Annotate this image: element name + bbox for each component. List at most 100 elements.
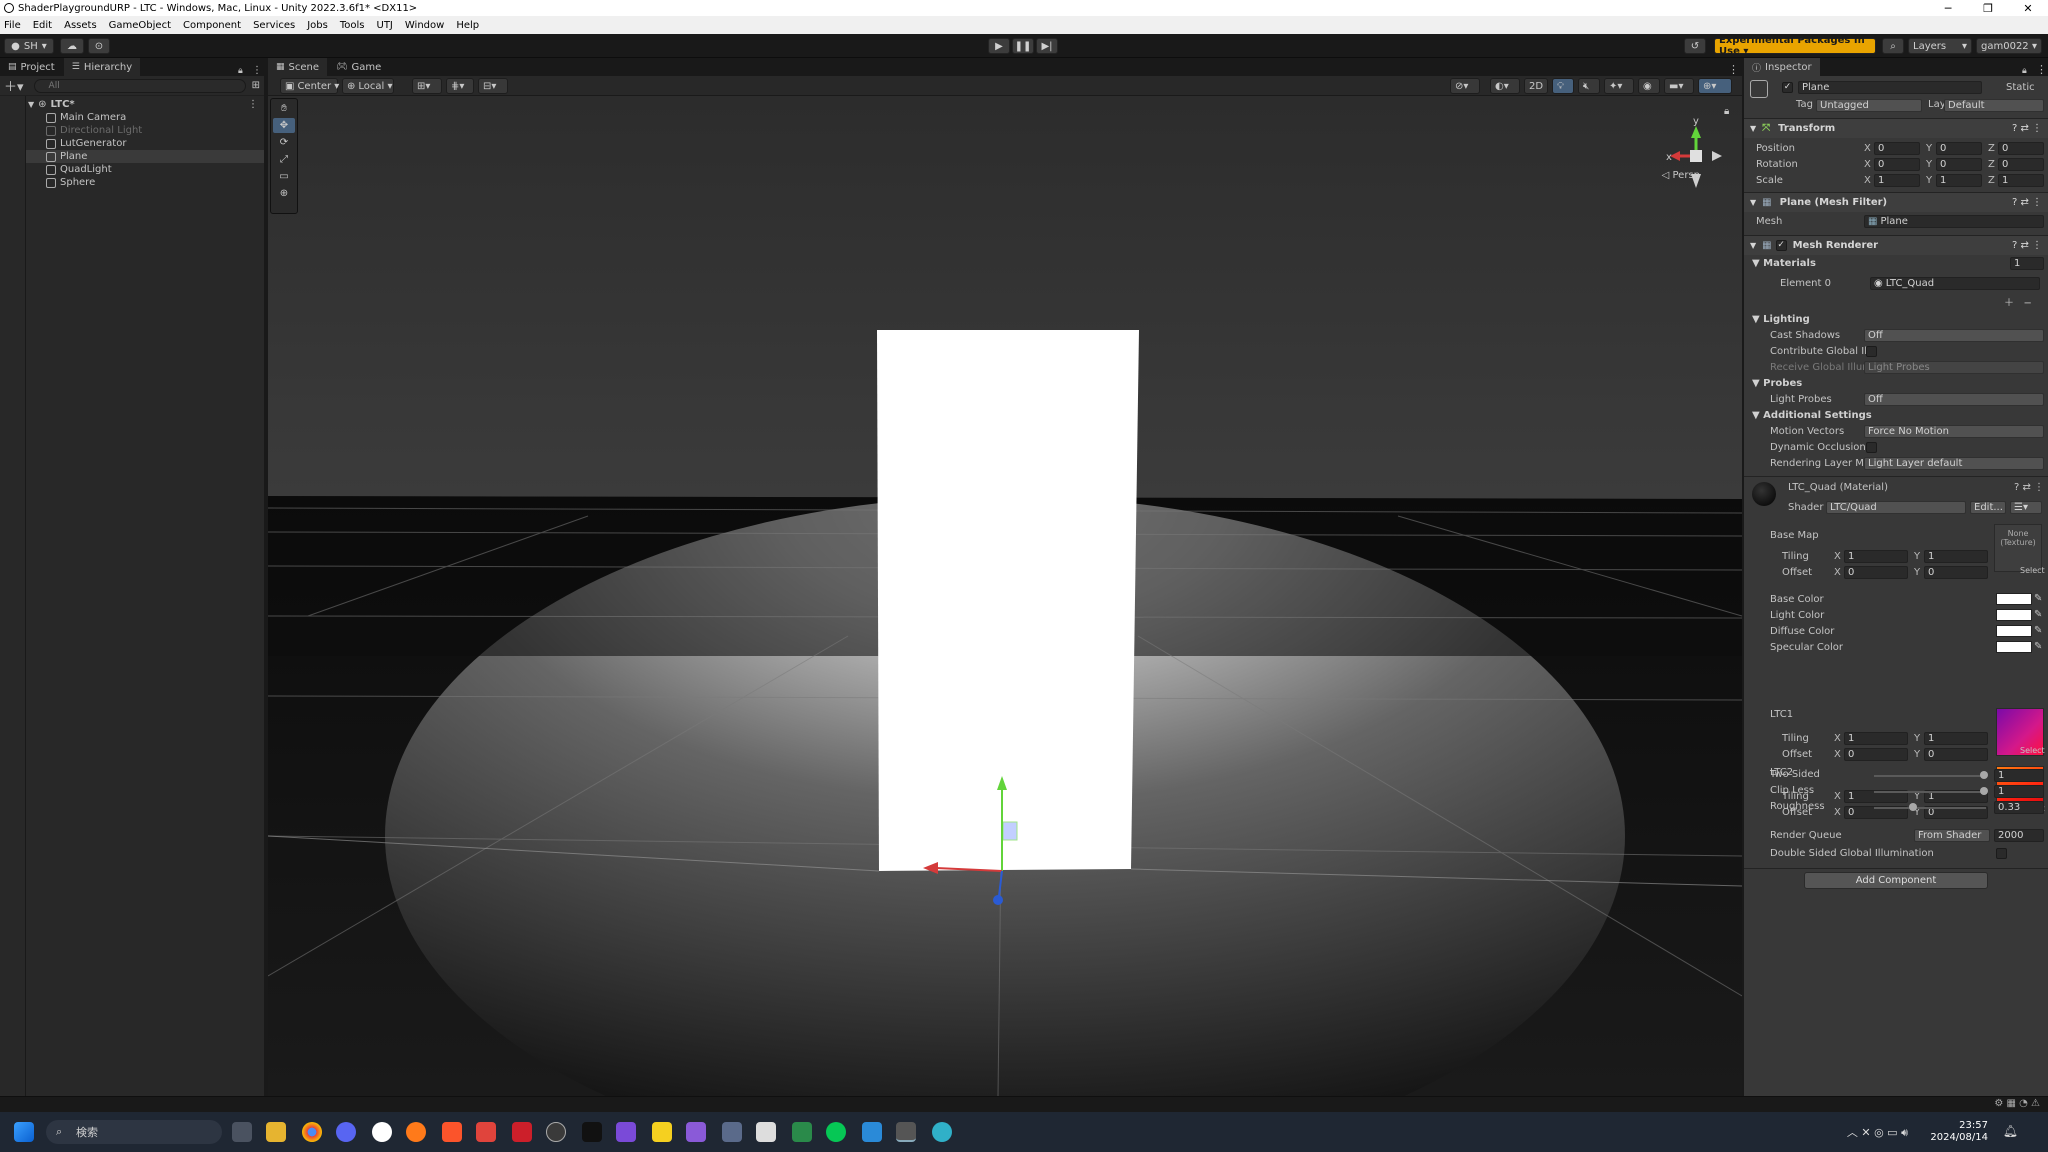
obs-icon[interactable]: [546, 1122, 566, 1142]
minimize-button[interactable]: ─: [1928, 2, 1968, 15]
axis-label-z[interactable]: Z: [1988, 143, 1995, 154]
color-swatch[interactable]: [1996, 641, 2032, 653]
axis-label-z[interactable]: Z: [1988, 159, 1995, 170]
panel-menu-icon[interactable]: ⋮: [252, 65, 264, 76]
transform-x-input[interactable]: 0: [1874, 158, 1920, 171]
increment-snap-button[interactable]: ⊟▾: [478, 78, 508, 94]
audio-toggle[interactable]: 🔇︎: [1578, 78, 1600, 94]
component-menu-icon[interactable]: ? ⇄ ⋮: [2012, 240, 2042, 251]
create-button[interactable]: ＋▾: [4, 76, 24, 95]
layers-dropdown[interactable]: Layers ▾: [1908, 38, 1972, 54]
eyedropper-icon[interactable]: ✎: [2034, 641, 2042, 652]
menu-component[interactable]: Component: [183, 20, 241, 31]
transform-tool-icon[interactable]: ⊕: [273, 186, 295, 201]
axis-label-x[interactable]: X: [1834, 791, 1841, 802]
unity-icon[interactable]: [896, 1122, 916, 1142]
view-options-button[interactable]: ⊘▾: [1450, 78, 1480, 94]
ltc1-offset-x-input[interactable]: 0: [1844, 748, 1908, 761]
menu-file[interactable]: File: [4, 20, 21, 31]
clip-less-input[interactable]: 1: [1994, 785, 2044, 798]
base-map-tiling-x-input[interactable]: 1: [1844, 550, 1908, 563]
scene-panel-menu-icon[interactable]: ⋮: [1728, 63, 1742, 76]
settings-icon[interactable]: [722, 1122, 742, 1142]
transform-x-input[interactable]: 1: [1874, 174, 1920, 187]
roughness-input[interactable]: 0.33: [1994, 801, 2044, 814]
color-swatch[interactable]: [1996, 609, 2032, 621]
layer-dropdown[interactable]: Default: [1944, 99, 2044, 112]
rendering-layer-dropdown[interactable]: Light Layer default: [1864, 457, 2044, 470]
clip-less-slider-track[interactable]: [1874, 791, 1986, 793]
app-icon[interactable]: [372, 1122, 392, 1142]
transform-y-input[interactable]: 0: [1936, 158, 1982, 171]
hierarchy-item[interactable]: Sphere: [26, 176, 264, 189]
shader-edit-button[interactable]: Edit...: [1970, 501, 2006, 514]
double-sided-gi-checkbox[interactable]: [1996, 848, 2007, 859]
static-toggle[interactable]: Static: [2006, 82, 2035, 93]
play-button[interactable]: ▶: [988, 38, 1010, 54]
brave-icon[interactable]: [442, 1122, 462, 1142]
transform-z-input[interactable]: 0: [1998, 142, 2044, 155]
materials-count-input[interactable]: 1: [2010, 257, 2044, 270]
roughness-slider-track[interactable]: [1874, 807, 1986, 809]
probes-foldout[interactable]: ▼ Probes: [1752, 378, 1802, 389]
vscode-icon[interactable]: [862, 1122, 882, 1142]
move-tool-icon[interactable]: ✥: [273, 118, 295, 133]
shader-options-button[interactable]: ☰▾: [2010, 501, 2042, 514]
tab-project[interactable]: ▤ Project: [0, 58, 64, 76]
status-icons[interactable]: ⚙︎ ▦ ◔ ⚠︎: [1994, 1098, 2040, 1109]
axis-label-x[interactable]: X: [1864, 175, 1871, 186]
camera-settings-dropdown[interactable]: ▬▾: [1664, 78, 1694, 94]
effects-dropdown[interactable]: ✦▾: [1604, 78, 1634, 94]
lock-icon[interactable]: 🔒︎: [238, 66, 252, 76]
menu-tools[interactable]: Tools: [340, 20, 365, 31]
menu-gameobject[interactable]: GameObject: [109, 20, 171, 31]
collab-icon[interactable]: ⊙: [88, 38, 110, 54]
firefox-icon[interactable]: [406, 1122, 426, 1142]
color-swatch[interactable]: [1996, 625, 2032, 637]
search-icon[interactable]: ⌕: [1882, 38, 1904, 54]
menu-edit[interactable]: Edit: [33, 20, 52, 31]
account-button[interactable]: ● SH ▾: [4, 38, 54, 54]
unity-hub-icon[interactable]: [756, 1122, 776, 1142]
tab-inspector[interactable]: ⓘ Inspector: [1744, 58, 1821, 76]
axis-label-x[interactable]: X: [1864, 143, 1871, 154]
menu-services[interactable]: Services: [253, 20, 295, 31]
discord-icon[interactable]: [336, 1122, 356, 1142]
ltc1-select-button[interactable]: Select: [2020, 746, 2045, 755]
pivot-dropdown[interactable]: ▣ Center ▾: [280, 78, 339, 94]
transform-y-input[interactable]: 1: [1936, 174, 1982, 187]
axis-label-y[interactable]: Y: [1914, 733, 1920, 744]
base-map-offset-x-input[interactable]: 0: [1844, 566, 1908, 579]
axis-label-y[interactable]: Y: [1914, 749, 1920, 760]
tab-hierarchy[interactable]: ☰ Hierarchy: [63, 58, 142, 76]
axis-label-x[interactable]: X: [1834, 733, 1841, 744]
filter-icon[interactable]: ⊞: [252, 80, 260, 91]
base-map-texture-slot[interactable]: None (Texture): [1994, 524, 2042, 572]
menu-utj[interactable]: UTJ: [377, 20, 393, 31]
app-red-icon[interactable]: [476, 1122, 496, 1142]
layout-dropdown[interactable]: gam0022 ▾: [1976, 38, 2042, 54]
experimental-packages-button[interactable]: Experimental Packages In Use ▾: [1714, 35, 1876, 57]
material-menu-icon[interactable]: ? ⇄ ⋮: [2014, 482, 2044, 493]
dynamic-occlusion-checkbox[interactable]: [1866, 442, 1877, 453]
threads-icon[interactable]: [582, 1122, 602, 1142]
tab-scene[interactable]: ▦ Scene: [268, 58, 329, 76]
base-map-offset-y-input[interactable]: 0: [1924, 566, 1988, 579]
grid-visibility-button[interactable]: ⋕▾: [446, 78, 474, 94]
color-swatch[interactable]: [1996, 593, 2032, 605]
grid-snap-button[interactable]: ⊞▾: [412, 78, 442, 94]
scale-tool-icon[interactable]: ⤢: [273, 152, 295, 167]
hierarchy-item[interactable]: QuadLight: [26, 163, 264, 176]
transform-y-input[interactable]: 0: [1936, 142, 1982, 155]
axis-label-y[interactable]: Y: [1926, 159, 1932, 170]
app-violet-icon[interactable]: [686, 1122, 706, 1142]
mesh-field[interactable]: ▦ Plane: [1864, 215, 2044, 228]
component-menu-icon[interactable]: ? ⇄ ⋮: [2012, 123, 2042, 134]
close-button[interactable]: ✕: [2008, 2, 2048, 15]
gizmo-plane-handle[interactable]: [1002, 821, 1018, 841]
two-sided-slider-track[interactable]: [1874, 775, 1986, 777]
windows-start-icon[interactable]: [14, 1122, 34, 1142]
rect-tool-icon[interactable]: ▭: [273, 169, 295, 184]
axis-label-x[interactable]: X: [1834, 567, 1841, 578]
line-icon[interactable]: [826, 1122, 846, 1142]
